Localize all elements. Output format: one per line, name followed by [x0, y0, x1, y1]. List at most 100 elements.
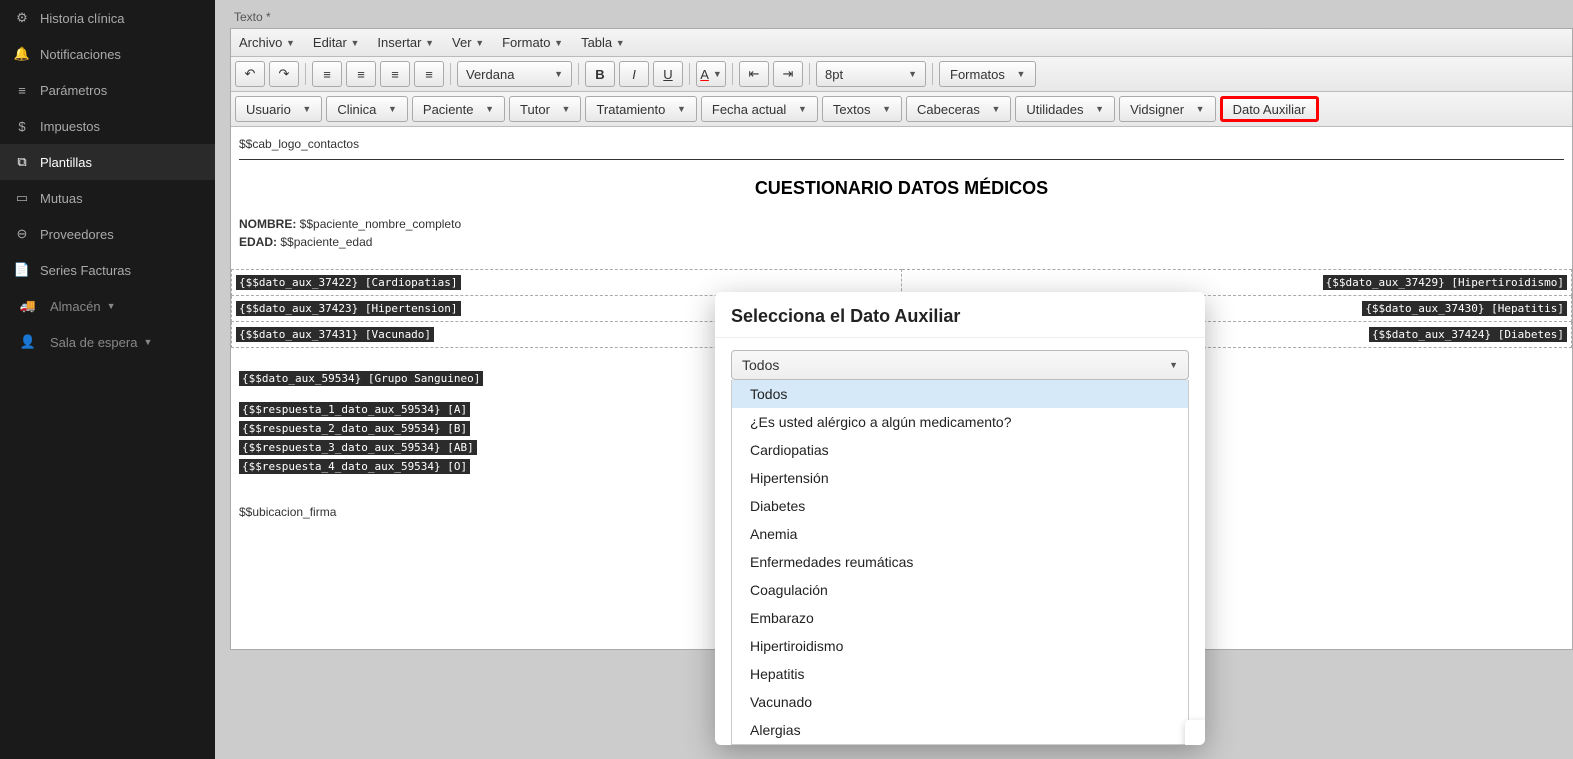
italic-button[interactable]: I [619, 61, 649, 87]
separator [305, 63, 306, 85]
dropdown-option[interactable]: Hepatitis [732, 660, 1188, 688]
aux-chip: {$$dato_aux_37423} [Hipertension] [236, 301, 461, 316]
align-right-button[interactable]: ≡ [380, 61, 410, 87]
dropdown-option[interactable]: Embarazo [732, 604, 1188, 632]
separator [450, 63, 451, 85]
name-value: $$paciente_nombre_completo [300, 217, 461, 231]
dropdown-option[interactable]: Hipertensión [732, 464, 1188, 492]
separator [578, 63, 579, 85]
underline-button[interactable]: U [653, 61, 683, 87]
menu-archivo[interactable]: Archivo ▼ [239, 35, 295, 50]
aux-chip: {$$dato_aux_37429} [Hipertiroidismo] [1323, 275, 1567, 290]
aux-data-dropdown: Todos ¿Es usted alérgico a algún medicam… [731, 380, 1189, 745]
sidebar-item-notificaciones[interactable]: 🔔 Notificaciones [0, 36, 215, 72]
sidebar-item-series-facturas[interactable]: 📄 Series Facturas [0, 252, 215, 288]
sidebar-item-plantillas[interactable]: ⧉ Plantillas [0, 144, 215, 180]
align-left-button[interactable]: ≡ [312, 61, 342, 87]
aux-data-select[interactable]: Todos ▼ [731, 350, 1189, 380]
sliders-icon: ≡ [14, 82, 30, 98]
gear-icon: ⚙ [14, 10, 30, 26]
tutor-button[interactable]: Tutor ▼ [509, 96, 581, 122]
separator [732, 63, 733, 85]
redo-icon: ↷ [279, 66, 290, 82]
usuario-button[interactable]: Usuario ▼ [235, 96, 322, 122]
undo-icon: ↶ [245, 66, 256, 82]
sidebar-item-sala-de-espera[interactable]: 👤 Sala de espera ▼ [0, 324, 215, 360]
sidebar-item-label: Almacén [50, 299, 101, 314]
dropdown-option[interactable]: Cardiopatias [732, 436, 1188, 464]
menu-formato[interactable]: Formato ▼ [502, 35, 563, 50]
align-left-icon: ≡ [323, 67, 331, 82]
card-icon: ▭ [14, 190, 30, 206]
sidebar-item-label: Historia clínica [40, 11, 125, 26]
age-line: EDAD: $$paciente_edad [239, 235, 1572, 249]
chevron-down-icon: ▼ [1095, 104, 1104, 114]
field-label: Texto * [234, 10, 1573, 24]
align-justify-button[interactable]: ≡ [414, 61, 444, 87]
textos-button[interactable]: Textos ▼ [822, 96, 902, 122]
dropdown-option[interactable]: Vacunado [732, 688, 1188, 716]
age-value: $$paciente_edad [280, 235, 372, 249]
font-size-select[interactable]: 8pt▼ [816, 61, 926, 87]
sidebar-item-mutuas[interactable]: ▭ Mutuas [0, 180, 215, 216]
align-justify-icon: ≡ [425, 67, 433, 82]
select-value: Todos [742, 357, 779, 373]
chevron-down-icon: ▼ [908, 69, 917, 79]
italic-icon: I [632, 67, 636, 82]
chevron-down-icon: ▼ [475, 38, 484, 48]
bold-icon: B [595, 67, 604, 82]
formats-button[interactable]: Formatos ▼ [939, 61, 1036, 87]
chevron-down-icon: ▼ [1196, 104, 1205, 114]
chevron-down-icon: ▼ [351, 38, 360, 48]
menubar: Archivo ▼ Editar ▼ Insertar ▼ Ver ▼ Form… [231, 29, 1572, 57]
dropdown-option[interactable]: Alergias [732, 716, 1188, 744]
bold-button[interactable]: B [585, 61, 615, 87]
dropdown-option[interactable]: Anemia [732, 520, 1188, 548]
tratamiento-button[interactable]: Tratamiento ▼ [585, 96, 696, 122]
undo-button[interactable]: ↶ [235, 61, 265, 87]
redo-button[interactable]: ↷ [269, 61, 299, 87]
vidsigner-button[interactable]: Vidsigner ▼ [1119, 96, 1216, 122]
copy-icon: ⧉ [14, 154, 30, 170]
sidebar-item-parametros[interactable]: ≡ Parámetros [0, 72, 215, 108]
font-family-select[interactable]: Verdana▼ [457, 61, 572, 87]
sidebar-item-impuestos[interactable]: $ Impuestos [0, 108, 215, 144]
dropdown-option[interactable]: ¿Es usted alérgico a algún medicamento? [732, 408, 1188, 436]
text-color-button[interactable]: A▼ [696, 61, 726, 87]
name-line: NOMBRE: $$paciente_nombre_completo [239, 217, 1572, 231]
fecha-actual-button[interactable]: Fecha actual ▼ [701, 96, 818, 122]
chevron-down-icon: ▼ [1017, 69, 1026, 79]
menu-insertar[interactable]: Insertar ▼ [377, 35, 434, 50]
clinica-button[interactable]: Clinica ▼ [326, 96, 408, 122]
menu-tabla[interactable]: Tabla ▼ [581, 35, 625, 50]
chevron-down-icon: ▼ [992, 104, 1001, 114]
response-chip: {$$respuesta_4_dato_aux_59534} [O] [239, 459, 470, 474]
text-color-icon: A [700, 67, 709, 82]
dato-auxiliar-button[interactable]: Dato Auxiliar [1220, 96, 1319, 122]
menu-ver[interactable]: Ver ▼ [452, 35, 484, 50]
menu-editar[interactable]: Editar ▼ [313, 35, 360, 50]
indent-icon: ⇥ [783, 66, 794, 82]
outdent-button[interactable]: ⇤ [739, 61, 769, 87]
dropdown-option[interactable]: Hipertiroidismo [732, 632, 1188, 660]
align-center-button[interactable]: ≡ [346, 61, 376, 87]
indent-button[interactable]: ⇥ [773, 61, 803, 87]
paciente-button[interactable]: Paciente ▼ [412, 96, 505, 122]
toolbar-row-1: ↶ ↷ ≡ ≡ ≡ ≡ Verdana▼ B I U A▼ ⇤ ⇥ 8pt▼ F… [231, 57, 1572, 92]
dropdown-option[interactable]: Enfermedades reumáticas [732, 548, 1188, 576]
utilidades-button[interactable]: Utilidades ▼ [1015, 96, 1115, 122]
dropdown-option-todos[interactable]: Todos [732, 380, 1188, 408]
chevron-down-icon: ▼ [713, 69, 722, 79]
sidebar-item-label: Proveedores [40, 227, 114, 242]
dropdown-option[interactable]: Diabetes [732, 492, 1188, 520]
sidebar-item-label: Parámetros [40, 83, 107, 98]
chevron-down-icon: ▼ [882, 104, 891, 114]
dropdown-option[interactable]: Coagulación [732, 576, 1188, 604]
sidebar-item-historia-clinica[interactable]: ⚙ Historia clínica [0, 0, 215, 36]
chevron-down-icon: ▼ [143, 337, 152, 347]
cabeceras-button[interactable]: Cabeceras ▼ [906, 96, 1011, 122]
sidebar-item-almacen[interactable]: 🚚 Almacén ▼ [0, 288, 215, 324]
chevron-down-icon: ▼ [677, 104, 686, 114]
sidebar-item-proveedores[interactable]: ⊖ Proveedores [0, 216, 215, 252]
truck-icon: 🚚 [20, 298, 36, 314]
